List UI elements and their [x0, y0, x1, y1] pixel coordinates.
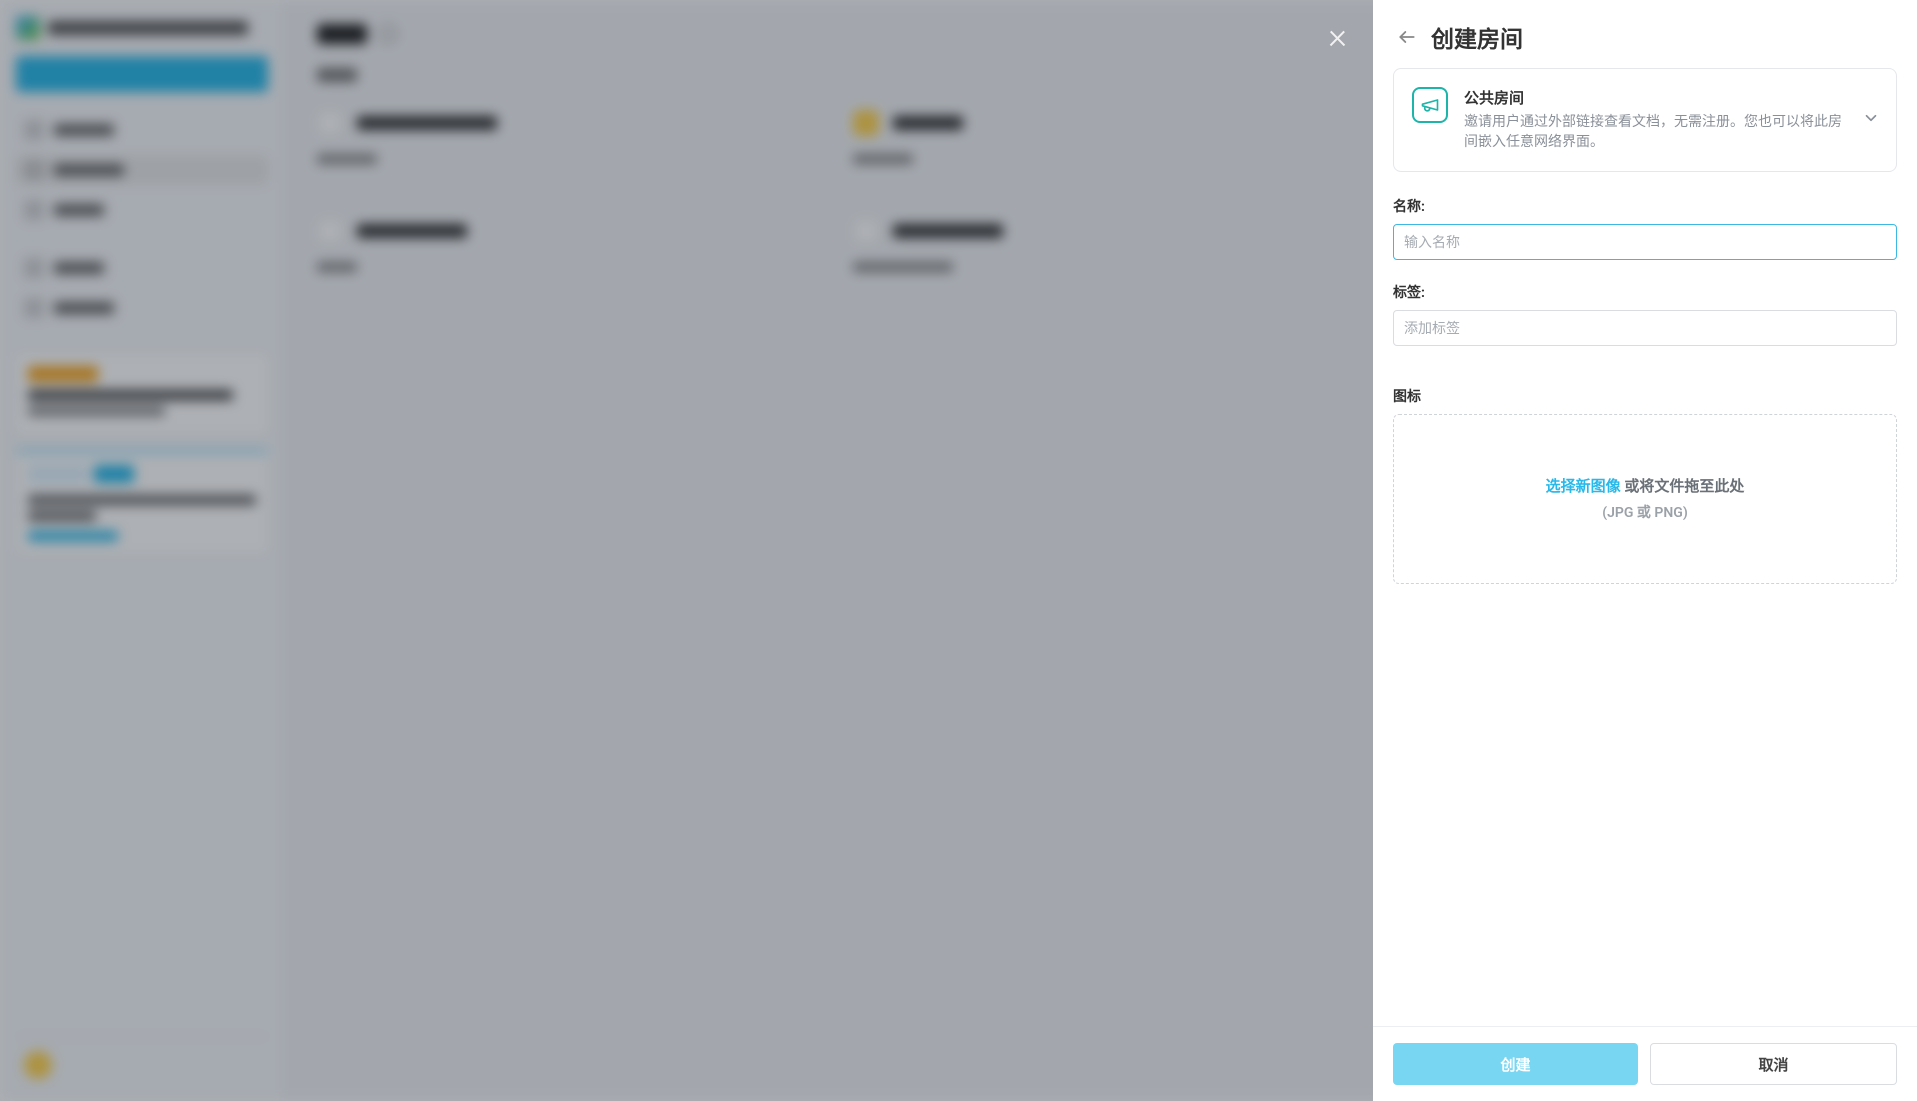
create-button[interactable]: 创建 [1393, 1043, 1638, 1085]
name-input[interactable] [1393, 224, 1897, 260]
close-icon[interactable]: × [1328, 18, 1347, 54]
chevron-down-icon [1862, 109, 1880, 131]
panel-title: 创建房间 [1431, 20, 1523, 54]
panel-header: 创建房间 [1373, 0, 1917, 68]
room-type-title: 公共房间 [1464, 87, 1848, 108]
room-type-text: 公共房间 邀请用户通过外部链接查看文档，无需注册。您也可以将此房间嵌入任意网络界… [1464, 87, 1848, 153]
cancel-button[interactable]: 取消 [1650, 1043, 1897, 1085]
icon-label: 图标 [1393, 386, 1897, 406]
icon-dropzone[interactable]: 选择新图像 或将文件拖至此处 (JPG 或 PNG) [1393, 414, 1897, 584]
create-room-panel: 创建房间 公共房间 邀请用户通过外部链接查看文档，无需注册。您也可以将此房间嵌入… [1373, 0, 1917, 1101]
room-type-description: 邀请用户通过外部链接查看文档，无需注册。您也可以将此房间嵌入任意网络界面。 [1464, 112, 1848, 153]
format-hint: (JPG 或 PNG) [1602, 502, 1688, 522]
room-type-selector[interactable]: 公共房间 邀请用户通过外部链接查看文档，无需注册。您也可以将此房间嵌入任意网络界… [1393, 68, 1897, 172]
tags-label: 标签: [1393, 282, 1897, 302]
name-label: 名称: [1393, 196, 1897, 216]
panel-body: 公共房间 邀请用户通过外部链接查看文档，无需注册。您也可以将此房间嵌入任意网络界… [1373, 68, 1917, 1026]
drag-hint-text: 或将文件拖至此处 [1621, 477, 1745, 495]
dropzone-text: 选择新图像 或将文件拖至此处 [1546, 475, 1745, 496]
select-image-link[interactable]: 选择新图像 [1546, 477, 1621, 495]
tags-input[interactable] [1393, 310, 1897, 346]
megaphone-icon [1412, 87, 1448, 123]
panel-footer: 创建 取消 [1373, 1026, 1917, 1101]
back-arrow-icon[interactable] [1397, 27, 1417, 47]
